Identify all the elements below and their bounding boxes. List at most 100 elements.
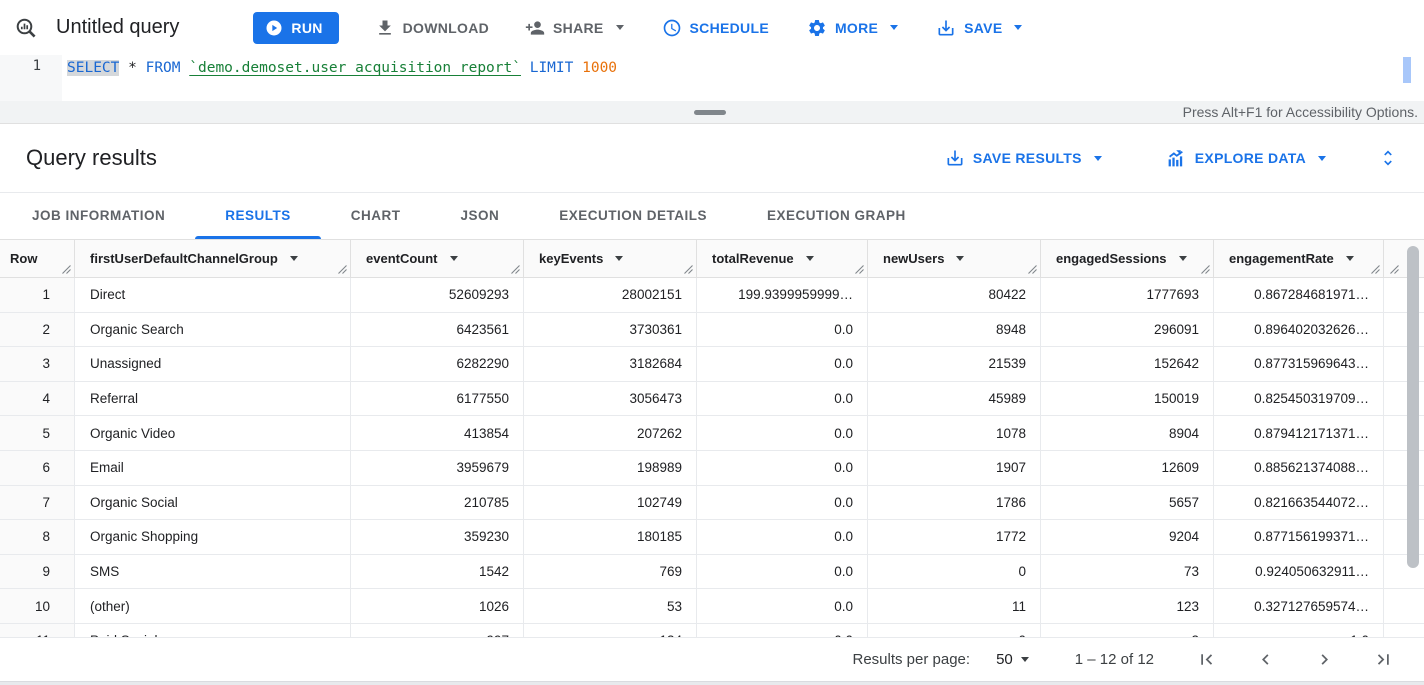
data-cell: 0.825450319709…: [1214, 382, 1384, 416]
column-header-engagedSessions[interactable]: engagedSessions: [1041, 240, 1214, 277]
data-cell: 997: [351, 624, 524, 637]
run-button[interactable]: RUN: [253, 12, 338, 44]
table-row: 7Organic Social2107851027490.0178656570.…: [0, 486, 1424, 521]
filler-cell: [1384, 520, 1402, 554]
row-number-cell: 11: [0, 624, 75, 637]
row-number-cell: 7: [0, 486, 75, 520]
table-row: 6Email39596791989890.01907126090.8856213…: [0, 451, 1424, 486]
column-menu-caret[interactable]: [615, 256, 623, 261]
column-resize-grip[interactable]: [1390, 265, 1399, 274]
column-menu-caret[interactable]: [806, 256, 814, 261]
table-scrollbar-thumb[interactable]: [1407, 246, 1419, 568]
data-cell: 199.9399959999…: [697, 278, 868, 312]
column-resize-grip[interactable]: [855, 265, 864, 274]
column-header-row[interactable]: Row: [0, 240, 75, 277]
data-cell: 6282290: [351, 347, 524, 381]
splitter-drag-handle[interactable]: [694, 110, 726, 115]
data-cell: 0: [868, 624, 1041, 637]
chevron-right-icon: [1314, 649, 1335, 670]
data-cell: Organic Video: [75, 416, 351, 450]
sql-editor[interactable]: 1 SELECT * FROM `demo.demoset.user_acqui…: [0, 55, 1424, 101]
filler-cell: [1384, 624, 1402, 637]
results-per-page-label: Results per page:: [853, 651, 971, 668]
column-resize-grip[interactable]: [62, 265, 71, 274]
tab-execution-graph[interactable]: EXECUTION GRAPH: [737, 193, 936, 239]
column-resize-grip[interactable]: [511, 265, 520, 274]
gear-icon: [807, 18, 827, 38]
explore-data-caret: [1318, 156, 1326, 161]
save-results-button[interactable]: SAVE RESULTS: [945, 148, 1102, 168]
column-menu-caret[interactable]: [290, 256, 298, 261]
schedule-button[interactable]: SCHEDULE: [662, 18, 769, 38]
data-cell: 769: [524, 555, 697, 589]
tab-execution-details[interactable]: EXECUTION DETAILS: [529, 193, 737, 239]
data-cell: 0.0: [697, 486, 868, 520]
tab-results[interactable]: RESULTS: [195, 193, 321, 239]
last-page-button[interactable]: [1373, 649, 1394, 670]
column-menu-caret[interactable]: [450, 256, 458, 261]
sql-keyword-from: FROM: [146, 60, 181, 76]
column-resize-grip[interactable]: [1201, 265, 1210, 274]
column-resize-grip[interactable]: [338, 265, 347, 274]
column-resize-grip[interactable]: [684, 265, 693, 274]
column-header-firstUserDefaultChannelGroup[interactable]: firstUserDefaultChannelGroup: [75, 240, 351, 277]
row-number-cell: 3: [0, 347, 75, 381]
share-dropdown-caret: [616, 25, 624, 30]
data-cell: 0.877315969643…: [1214, 347, 1384, 381]
column-header-filler: [1384, 240, 1402, 277]
sql-star: *: [128, 60, 137, 76]
data-cell: 1907: [868, 451, 1041, 485]
table-row: 2Organic Search642356137303610.089482960…: [0, 313, 1424, 348]
expand-results-button[interactable]: [1378, 148, 1398, 168]
column-menu-caret[interactable]: [1346, 256, 1354, 261]
column-header-keyEvents[interactable]: keyEvents: [524, 240, 697, 277]
tab-chart[interactable]: CHART: [321, 193, 431, 239]
data-cell: 123: [1041, 589, 1214, 623]
data-cell: 152642: [1041, 347, 1214, 381]
download-button[interactable]: DOWNLOAD: [375, 18, 489, 38]
share-button[interactable]: SHARE: [525, 18, 624, 38]
column-header-engagementRate[interactable]: engagementRate: [1214, 240, 1384, 277]
column-resize-grip[interactable]: [1028, 265, 1037, 274]
column-resize-grip[interactable]: [1371, 265, 1380, 274]
data-cell: Unassigned: [75, 347, 351, 381]
save-button[interactable]: SAVE: [936, 18, 1022, 38]
column-menu-caret[interactable]: [1179, 256, 1187, 261]
first-page-button[interactable]: [1196, 649, 1217, 670]
data-cell: 0.924050632911…: [1214, 555, 1384, 589]
row-number-cell: 6: [0, 451, 75, 485]
sql-keyword-limit: LIMIT: [530, 60, 574, 76]
person-add-icon: [525, 18, 545, 38]
table-row: 11Paid Social9971340.0031.0: [0, 624, 1424, 637]
column-menu-caret[interactable]: [956, 256, 964, 261]
page-size-select[interactable]: 50: [996, 651, 1029, 668]
data-cell: 0.879412171371…: [1214, 416, 1384, 450]
editor-scrollbar-thumb[interactable]: [1403, 57, 1411, 83]
column-header-eventCount[interactable]: eventCount: [351, 240, 524, 277]
query-title[interactable]: Untitled query: [56, 16, 179, 39]
data-cell: 0.885621374088…: [1214, 451, 1384, 485]
data-cell: 11: [868, 589, 1041, 623]
data-cell: 12609: [1041, 451, 1214, 485]
save-results-icon: [945, 148, 965, 168]
chevron-left-icon: [1255, 649, 1276, 670]
sql-code-line[interactable]: SELECT * FROM `demo.demoset.user_acquisi…: [62, 55, 617, 101]
tab-json[interactable]: JSON: [431, 193, 530, 239]
filler-cell: [1384, 451, 1402, 485]
previous-page-button[interactable]: [1255, 649, 1276, 670]
results-tab-bar: JOB INFORMATIONRESULTSCHARTJSONEXECUTION…: [0, 192, 1424, 240]
filler-cell: [1384, 589, 1402, 623]
explore-data-button[interactable]: EXPLORE DATA: [1166, 148, 1326, 169]
table-body: 1Direct5260929328002151199.9399959999…80…: [0, 278, 1424, 637]
data-cell: 8948: [868, 313, 1041, 347]
data-cell: 102749: [524, 486, 697, 520]
column-header-totalRevenue[interactable]: totalRevenue: [697, 240, 868, 277]
column-header-newUsers[interactable]: newUsers: [868, 240, 1041, 277]
play-circle-icon: [265, 19, 283, 37]
tab-job-information[interactable]: JOB INFORMATION: [2, 193, 195, 239]
more-button[interactable]: MORE: [807, 18, 898, 38]
query-toolbar: Untitled query RUN DOWNLOAD SHARE SCHEDU…: [0, 0, 1424, 55]
data-cell: 0: [868, 555, 1041, 589]
sql-table-reference[interactable]: `demo.demoset.user_acquisition_report`: [189, 60, 521, 76]
next-page-button[interactable]: [1314, 649, 1335, 670]
